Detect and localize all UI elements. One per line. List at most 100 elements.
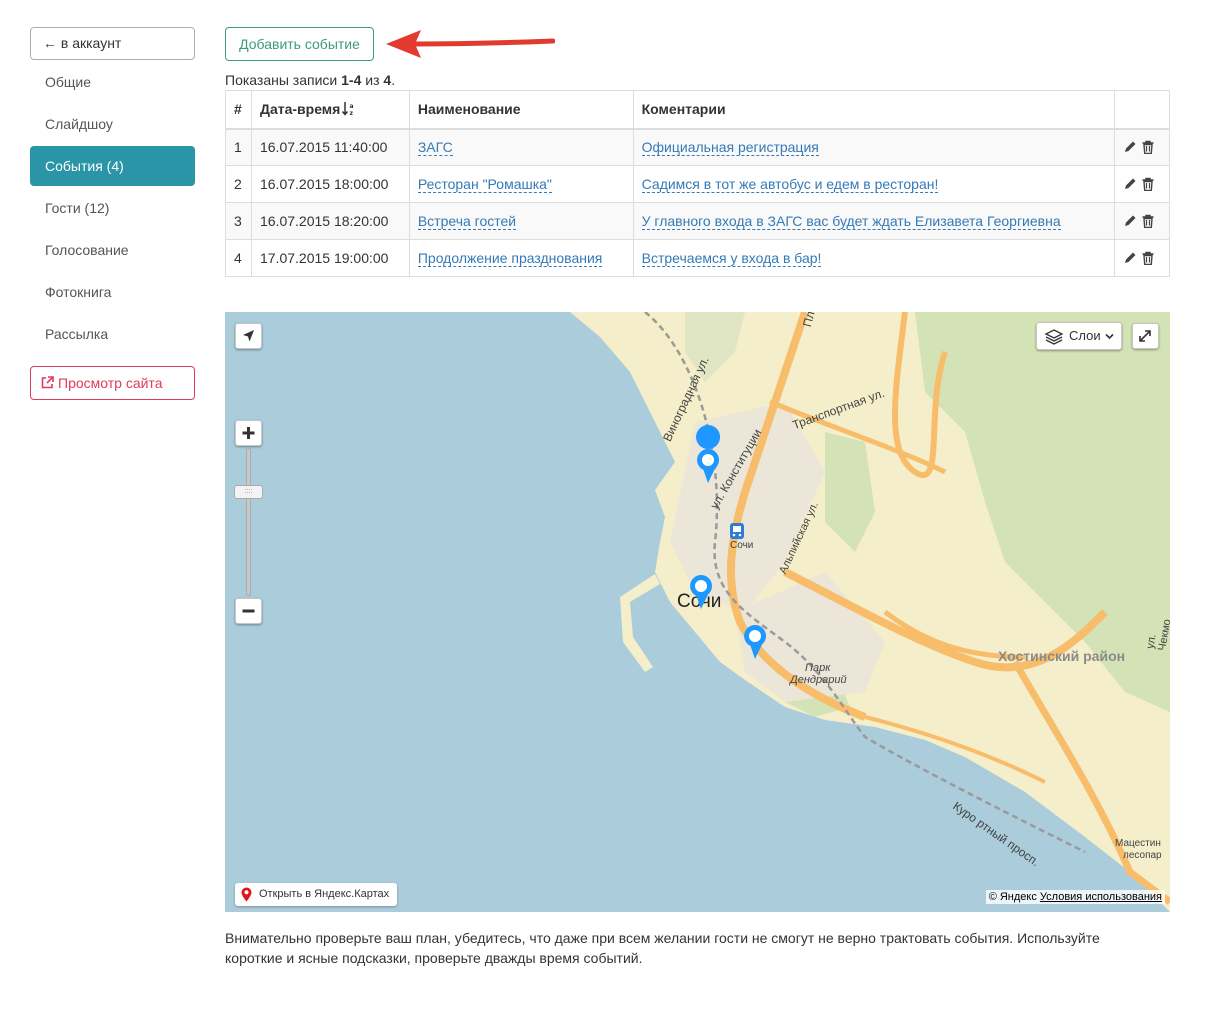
row-datetime: 16.07.2015 11:40:00: [250, 128, 410, 166]
row-name-cell: ЗАГС: [408, 128, 634, 166]
sidebar-item-voting[interactable]: Голосование: [30, 230, 195, 270]
map-marker-icon[interactable]: [695, 448, 721, 484]
row-comment-cell: Официальная регистрация: [632, 128, 1115, 166]
row-comment-cell: Садимся в тот же автобус и едем в рестор…: [632, 165, 1115, 203]
svg-text:z: z: [350, 110, 354, 117]
row-actions: [1113, 165, 1171, 203]
row-comment-cell: Встречаемся у входа в бар!: [632, 239, 1115, 277]
row-comment-link[interactable]: У главного входа в ЗАГС вас будет ждать …: [641, 213, 1061, 230]
map-marker[interactable]: [696, 425, 721, 449]
summary-prefix: Показаны записи: [225, 72, 342, 88]
station-label: Сочи: [730, 540, 754, 551]
row-actions: [1113, 202, 1171, 240]
header-actions: [1113, 90, 1171, 130]
events-table: # Дата-время a z Наименование Коментарии 1…: [225, 90, 1171, 277]
copyright-text: © Яндекс: [988, 891, 1037, 903]
map-marker-icon[interactable]: [742, 624, 768, 660]
trash-icon[interactable]: [1141, 177, 1155, 192]
forest-label: Мацестин: [1115, 838, 1161, 849]
summary-middle: из: [361, 72, 384, 88]
preview-site-button[interactable]: Просмотр сайта: [30, 366, 195, 400]
layers-button[interactable]: Слои: [1036, 322, 1122, 350]
pencil-icon[interactable]: [1123, 140, 1137, 154]
header-name: Наименование: [408, 90, 634, 130]
open-in-yandex-maps-link[interactable]: Открыть в Яндекс.Картах: [235, 883, 398, 906]
sidebar-item-photobook[interactable]: Фотокнига: [30, 272, 195, 312]
sidebar-item-events[interactable]: События (4): [30, 146, 195, 186]
table-row: 4 17.07.2015 19:00:00 Продолжение праздн…: [225, 239, 1171, 277]
row-comment-link[interactable]: Садимся в тот же автобус и едем в рестор…: [641, 176, 939, 193]
district-label: Хостинский район: [998, 648, 1126, 664]
add-event-button[interactable]: Добавить событие: [225, 27, 374, 61]
pencil-icon[interactable]: [1123, 214, 1137, 228]
row-name-cell: Продолжение празднования: [408, 239, 634, 277]
plus-icon: [242, 427, 255, 439]
row-datetime: 16.07.2015 18:20:00: [250, 202, 410, 240]
row-actions: [1113, 239, 1171, 277]
zoom-in-button[interactable]: [235, 420, 262, 446]
row-name-link[interactable]: ЗАГС: [417, 139, 453, 157]
row-comment-link[interactable]: Официальная регистрация: [641, 139, 819, 157]
svg-text:a: a: [350, 103, 354, 110]
expand-icon: [1139, 330, 1151, 342]
header-datetime-label: Дата-время: [259, 101, 341, 118]
geolocation-button[interactable]: [235, 323, 262, 349]
header-datetime[interactable]: Дата-время a z: [250, 90, 410, 130]
table-row: 3 16.07.2015 18:20:00 Встреча гостей У г…: [225, 202, 1171, 240]
forest-label: лесопар: [1123, 850, 1162, 861]
row-datetime: 17.07.2015 19:00:00: [250, 239, 410, 277]
location-arrow-icon: [243, 330, 254, 342]
row-datetime: 16.07.2015 18:00:00: [250, 165, 410, 203]
minus-icon: [242, 609, 255, 613]
zoom-slider-handle[interactable]: ::::: [234, 485, 263, 499]
back-to-account-button[interactable]: ← в аккаунт: [30, 27, 195, 60]
table-header-row: # Дата-время a z Наименование Коментарии: [225, 90, 1171, 130]
sidebar-item-slideshow[interactable]: Слайдшоу: [30, 104, 195, 144]
sidebar-item-general[interactable]: Общие: [30, 62, 195, 102]
table-row: 2 16.07.2015 18:00:00 Ресторан "Ромашка"…: [225, 165, 1171, 203]
external-link-icon: [41, 368, 54, 389]
row-name-link[interactable]: Продолжение празднования: [417, 250, 603, 267]
fullscreen-button[interactable]: [1132, 323, 1159, 349]
open-in-yandex-label: Открыть в Яндекс.Картах: [259, 888, 390, 900]
summary-suffix: .: [391, 72, 396, 88]
layers-label: Слои: [1069, 328, 1101, 343]
trash-icon[interactable]: [1141, 214, 1155, 229]
train-station-icon: [730, 523, 744, 539]
row-comment-cell: У главного входа в ЗАГС вас будет ждать …: [632, 202, 1115, 240]
sidebar-item-guests[interactable]: Гости (12): [30, 188, 195, 228]
street-label: ул. Чекмо: [1144, 618, 1170, 652]
header-comment: Коментарии: [632, 90, 1115, 130]
row-comment-link[interactable]: Встречаемся у входа в бар!: [641, 250, 822, 267]
red-arrow-annotation: [386, 30, 555, 58]
row-num: 2: [225, 165, 252, 203]
yandex-pin-icon: [241, 887, 252, 902]
row-num: 3: [225, 202, 252, 240]
sort-ascending-icon[interactable]: az: [342, 101, 356, 117]
pencil-icon[interactable]: [1123, 177, 1137, 191]
preview-site-label: Просмотр сайта: [58, 375, 163, 391]
row-name-link[interactable]: Ресторан "Ромашка": [417, 176, 552, 193]
row-num: 4: [225, 239, 252, 277]
sidebar: ← в аккаунт Общие Слайдшоу События (4) Г…: [30, 27, 195, 400]
row-name-cell: Ресторан "Ромашка": [408, 165, 634, 203]
sidebar-item-mailing[interactable]: Рассылка: [30, 314, 195, 354]
park-label: Дендрарий: [790, 674, 847, 686]
summary-range: 1-4: [341, 72, 362, 88]
row-name-cell: Встреча гостей: [408, 202, 634, 240]
header-num: #: [225, 90, 252, 130]
zoom-out-button[interactable]: [235, 598, 262, 624]
records-summary: Показаны записи 1-4 из 4.: [225, 72, 395, 88]
pencil-icon[interactable]: [1123, 251, 1137, 265]
events-map[interactable]: Сочи Хостинский район Транспортная ул. у…: [225, 312, 1170, 912]
trash-icon[interactable]: [1141, 140, 1155, 155]
chevron-down-icon: [1105, 333, 1114, 340]
terms-of-use-link[interactable]: Условия использования: [1040, 891, 1162, 903]
row-name-link[interactable]: Встреча гостей: [417, 213, 517, 230]
zoom-slider-track[interactable]: [246, 448, 251, 596]
layers-icon: [1044, 329, 1064, 345]
map-marker-icon[interactable]: [688, 574, 714, 610]
trash-icon[interactable]: [1141, 251, 1155, 266]
row-actions: [1113, 128, 1171, 166]
row-num: 1: [225, 128, 252, 166]
